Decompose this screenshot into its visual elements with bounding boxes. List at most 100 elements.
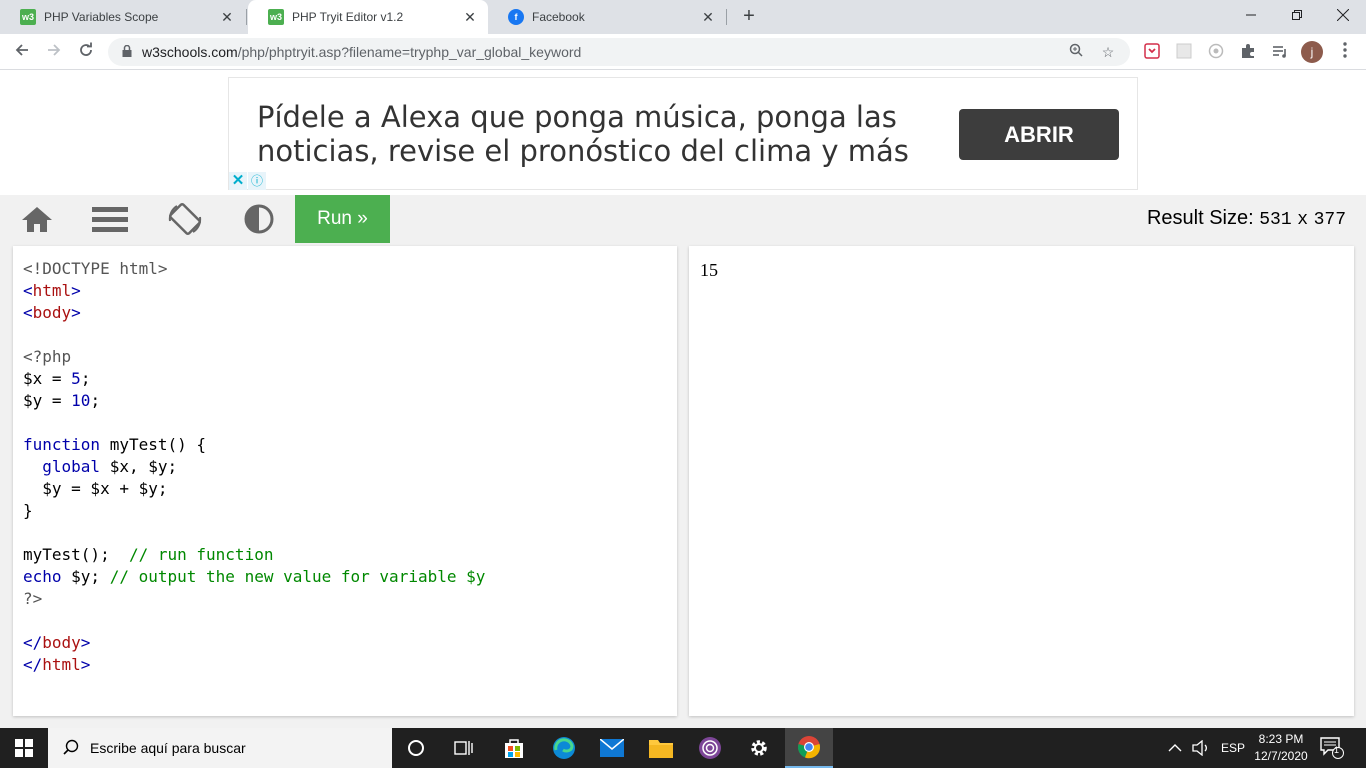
extension-pocket-icon[interactable] <box>1143 43 1161 61</box>
close-icon[interactable]: ✕ <box>219 9 235 25</box>
result-width: 531 <box>1259 210 1292 230</box>
code-text: <!DOCTYPE html> <html> <body> <?php $x =… <box>23 259 486 674</box>
back-button[interactable] <box>10 40 34 64</box>
folder-icon <box>649 740 673 758</box>
chrome-app[interactable] <box>785 728 833 768</box>
ad-info-icon[interactable]: ⓘ <box>248 172 266 190</box>
tab-php-variables-scope[interactable]: w3 PHP Variables Scope ✕ <box>0 0 245 34</box>
new-tab-button[interactable]: + <box>737 5 761 29</box>
minimize-button[interactable] <box>1228 0 1274 30</box>
bookmark-star-icon[interactable]: ☆ <box>1098 42 1118 62</box>
browser-menu-icon[interactable] <box>1336 40 1354 64</box>
search-placeholder: Escribe aquí para buscar <box>90 740 246 756</box>
lock-icon <box>120 44 134 59</box>
taskbar-search[interactable]: Escribe aquí para buscar <box>48 728 392 768</box>
reload-button[interactable] <box>74 40 98 64</box>
rotate-layout-button[interactable] <box>164 199 206 239</box>
profile-avatar[interactable]: j <box>1301 41 1323 63</box>
zoom-icon[interactable] <box>1066 42 1086 62</box>
result-size-label: Result Size: <box>1146 207 1254 229</box>
url-path: /php/phptryit.asp?filename=tryphp_var_gl… <box>237 44 582 60</box>
restore-button[interactable] <box>1274 0 1320 30</box>
result-size: Result Size: 531 x 377 <box>1147 207 1346 230</box>
tab-title: Facebook <box>532 10 585 24</box>
cortana-icon <box>408 740 424 756</box>
media-queue-icon[interactable] <box>1271 43 1289 61</box>
extension-circle-icon[interactable] <box>1207 43 1225 61</box>
url-host: w3schools.com <box>142 44 238 60</box>
tab-divider <box>726 9 727 25</box>
restore-icon <box>1292 10 1302 20</box>
input-language[interactable]: ESP <box>1221 728 1245 768</box>
result-frame[interactable]: 15 <box>689 246 1354 716</box>
minimize-icon <box>1246 14 1256 16</box>
w3schools-icon: w3 <box>20 9 36 25</box>
extensions-puzzle-icon[interactable] <box>1239 43 1257 61</box>
forward-button[interactable] <box>42 40 66 64</box>
contrast-icon <box>244 204 274 234</box>
chrome-icon <box>798 736 820 759</box>
home-icon <box>22 207 52 232</box>
code-editor[interactable]: <!DOCTYPE html> <html> <body> <?php $x =… <box>13 246 677 716</box>
editor-toolbar: Run » Result Size: 531 x 377 <box>0 195 1366 243</box>
task-view-button[interactable] <box>440 728 488 768</box>
run-button[interactable]: Run » <box>295 195 390 243</box>
result-size-separator: x <box>1297 210 1309 230</box>
file-explorer-app[interactable] <box>637 728 685 768</box>
start-button[interactable] <box>0 728 48 768</box>
tor-icon <box>699 737 721 759</box>
rotate-icon <box>168 203 202 235</box>
arrow-right-icon <box>48 44 61 56</box>
tab-php-tryit-editor[interactable]: w3 PHP Tryit Editor v1.2 ✕ <box>248 0 488 34</box>
w3schools-icon: w3 <box>268 9 284 25</box>
clock-time: 8:23 PM <box>1258 732 1304 746</box>
mail-icon <box>600 739 624 757</box>
reload-icon <box>80 42 92 56</box>
chevron-up-icon <box>1168 744 1182 752</box>
mail-app[interactable] <box>588 728 636 768</box>
result-height: 377 <box>1313 210 1346 230</box>
edge-app[interactable] <box>540 728 588 768</box>
hamburger-icon <box>92 207 128 232</box>
notification-icon <box>1320 737 1344 759</box>
tab-divider <box>246 9 247 25</box>
close-icon[interactable]: ✕ <box>700 9 716 25</box>
cortana-button[interactable] <box>392 728 440 768</box>
result-output: 15 <box>700 260 718 280</box>
tab-title: PHP Tryit Editor v1.2 <box>292 10 404 24</box>
menu-button[interactable] <box>90 199 130 239</box>
store-app[interactable] <box>490 728 538 768</box>
taskbar-clock[interactable]: 8:23 PM 12/7/2020 <box>1246 731 1316 765</box>
search-icon <box>62 739 80 757</box>
browser-toolbar: w3schools.com/php/phptryit.asp?filename=… <box>0 34 1366 70</box>
windows-taskbar: Escribe aquí para buscar ESP 8:23 PM 12/… <box>0 728 1366 768</box>
url-text: w3schools.com/php/phptryit.asp?filename=… <box>142 44 1066 60</box>
windows-icon <box>15 739 33 757</box>
extension-grid-icon[interactable] <box>1175 43 1193 61</box>
gear-icon <box>751 740 767 756</box>
theme-toggle-button[interactable] <box>240 199 278 239</box>
store-icon <box>505 739 523 758</box>
speaker-icon <box>1192 740 1207 756</box>
ad-close-icon[interactable]: ✕ <box>229 172 247 190</box>
close-icon[interactable]: ✕ <box>462 9 478 25</box>
notification-count: 1 <box>1334 745 1340 755</box>
close-window-button[interactable] <box>1320 0 1366 30</box>
browser-tab-strip: w3 PHP Variables Scope ✕ w3 PHP Tryit Ed… <box>0 0 1366 34</box>
home-button[interactable] <box>18 199 56 239</box>
clock-date: 12/7/2020 <box>1254 749 1308 763</box>
ad-banner[interactable]: Pídele a Alexa que ponga música, ponga l… <box>228 77 1138 190</box>
editor-area: <!DOCTYPE html> <html> <body> <?php $x =… <box>0 243 1366 728</box>
show-hidden-icons[interactable] <box>1168 728 1182 768</box>
action-center-button[interactable]: 1 <box>1320 737 1344 759</box>
close-icon <box>1337 9 1349 21</box>
ad-open-button[interactable]: ABRIR <box>959 109 1119 160</box>
address-bar[interactable]: w3schools.com/php/phptryit.asp?filename=… <box>108 38 1130 66</box>
ad-text: Pídele a Alexa que ponga música, ponga l… <box>257 100 909 168</box>
tab-facebook[interactable]: f Facebook ✕ <box>488 0 726 34</box>
settings-app[interactable] <box>735 728 783 768</box>
task-view-icon <box>454 741 473 755</box>
arrow-left-icon <box>15 44 28 56</box>
volume-button[interactable] <box>1192 728 1210 768</box>
tor-browser-app[interactable] <box>686 728 734 768</box>
